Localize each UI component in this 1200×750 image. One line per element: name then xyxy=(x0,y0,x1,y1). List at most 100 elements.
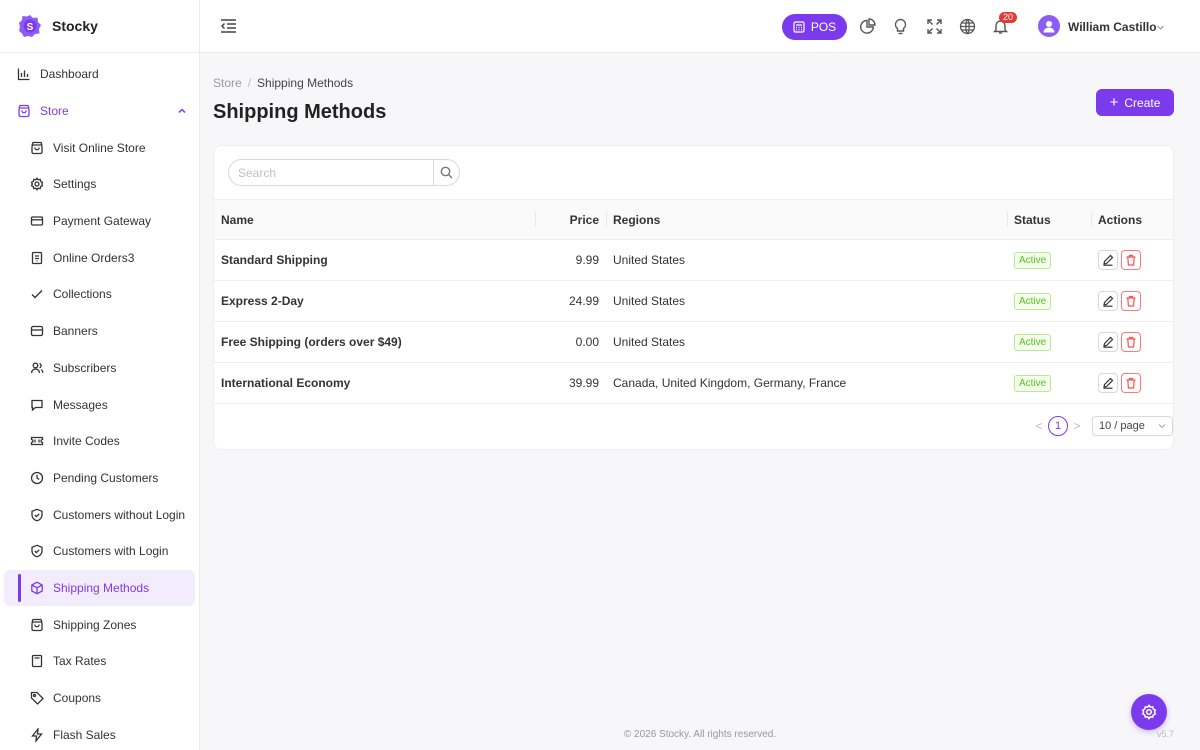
shipping-methods-table: Name Price Regions Status Actions Standa… xyxy=(214,199,1173,404)
edit-icon xyxy=(1103,377,1114,389)
edit-button[interactable] xyxy=(1098,291,1118,311)
shipping-methods-card: Name Price Regions Status Actions Standa… xyxy=(213,145,1174,450)
delete-button[interactable] xyxy=(1121,373,1141,393)
status-badge: Active xyxy=(1014,251,1052,269)
cell-actions xyxy=(1091,280,1173,322)
gear-icon xyxy=(1141,704,1157,720)
pie-chart-icon[interactable] xyxy=(859,18,876,35)
cell-regions: United States xyxy=(606,280,1007,322)
stocky-logo-icon: S xyxy=(19,15,41,37)
sidebar-item-collections[interactable]: Collections xyxy=(0,276,199,313)
search-box xyxy=(228,159,460,186)
sidebar-item-dashboard[interactable]: Dashboard xyxy=(0,56,199,93)
edit-button[interactable] xyxy=(1098,373,1118,393)
logo-letter: S xyxy=(27,22,34,33)
lightbulb-icon[interactable] xyxy=(892,18,909,35)
trash-icon xyxy=(1126,295,1136,307)
column-header-price[interactable]: Price xyxy=(535,199,606,240)
sidebar-item-tax-rates[interactable]: Tax Rates xyxy=(0,643,199,680)
column-header-name[interactable]: Name xyxy=(214,199,535,240)
shield-check-icon xyxy=(31,544,43,558)
sidebar-item-label: Dashboard xyxy=(40,67,99,82)
cell-regions: United States xyxy=(606,239,1007,281)
edit-button[interactable] xyxy=(1098,332,1118,352)
search-button[interactable] xyxy=(433,160,459,185)
globe-icon[interactable] xyxy=(959,18,976,35)
sidebar-item-flash-sales[interactable]: Flash Sales xyxy=(0,716,199,750)
user-avatar[interactable] xyxy=(1038,15,1060,37)
sidebar-item-messages[interactable]: Messages xyxy=(0,386,199,423)
sidebar-item-shipping-methods[interactable]: Shipping Methods xyxy=(4,569,195,607)
sidebar-item-label: Banners xyxy=(53,324,98,339)
top-header: POS 20 William Castillo xyxy=(200,0,1200,53)
column-header-actions: Actions xyxy=(1091,199,1173,240)
cell-price: 24.99 xyxy=(535,280,606,322)
sidebar-item-label: Payment Gateway xyxy=(53,214,152,229)
order-file-icon xyxy=(31,251,43,264)
cell-actions xyxy=(1091,239,1173,281)
delete-button[interactable] xyxy=(1121,250,1141,270)
sidebar-item-customers-with-login[interactable]: Customers with Login xyxy=(0,533,199,570)
column-header-status[interactable]: Status xyxy=(1007,199,1091,240)
search-input[interactable] xyxy=(229,160,433,185)
cell-price: 9.99 xyxy=(535,239,606,281)
user-name[interactable]: William Castillo xyxy=(1068,20,1157,34)
chevron-down-icon xyxy=(1158,424,1166,429)
sidebar-item-invite-codes[interactable]: Invite Codes xyxy=(0,423,199,460)
menu-collapse-icon[interactable] xyxy=(220,18,237,34)
cell-status: Active xyxy=(1007,280,1091,322)
sidebar-item-shipping-zones[interactable]: Shipping Zones xyxy=(0,606,199,643)
chevron-up-icon[interactable] xyxy=(177,106,187,116)
table-row: International Economy 39.99 Canada, Unit… xyxy=(214,362,1173,404)
pagination-next-button[interactable]: > xyxy=(1072,419,1082,433)
sidebar-item-settings[interactable]: Settings xyxy=(0,166,199,203)
table-row: Standard Shipping 9.99 United States Act… xyxy=(214,239,1173,281)
create-button[interactable]: + Create xyxy=(1096,89,1174,116)
fullscreen-icon[interactable] xyxy=(926,18,943,35)
pos-button[interactable]: POS xyxy=(782,14,847,40)
sidebar-item-pending-customers[interactable]: Pending Customers xyxy=(0,460,199,497)
sidebar-item-label: Online Orders3 xyxy=(53,250,135,265)
message-icon xyxy=(31,399,43,411)
sidebar-item-online-orders[interactable]: Online Orders3 xyxy=(0,239,199,276)
image-icon xyxy=(30,326,44,337)
column-header-regions[interactable]: Regions xyxy=(606,199,1007,240)
sidebar-item-banners[interactable]: Banners xyxy=(0,313,199,350)
lightning-icon xyxy=(31,727,43,742)
sidebar-item-label: Shipping Zones xyxy=(53,617,137,632)
edit-icon xyxy=(1103,254,1114,266)
cell-actions xyxy=(1091,362,1173,404)
brand[interactable]: S Stocky xyxy=(0,0,199,53)
sidebar-item-payment-gateway[interactable]: Payment Gateway xyxy=(0,203,199,240)
ticket-icon xyxy=(30,437,44,446)
trash-icon xyxy=(1126,254,1136,266)
cell-actions xyxy=(1091,321,1173,363)
sidebar-item-subscribers[interactable]: Subscribers xyxy=(0,350,199,387)
pagination-prev-button[interactable]: < xyxy=(1034,419,1044,433)
gear-icon xyxy=(30,177,44,192)
sidebar-item-label: Customers without Login xyxy=(53,507,186,522)
breadcrumb-store-link[interactable]: Store xyxy=(213,76,242,90)
bar-chart-icon xyxy=(17,68,30,81)
sidebar-nav: Dashboard Store Visit Online Store Setti… xyxy=(0,53,199,750)
sidebar-item-label: Subscribers xyxy=(53,360,117,375)
sidebar-item-customers-without-login[interactable]: Customers without Login xyxy=(0,496,199,533)
trash-icon xyxy=(1126,377,1136,389)
sidebar-item-label: Coupons xyxy=(53,691,102,706)
sidebar-item-store[interactable]: Store xyxy=(0,93,199,130)
sidebar-item-label: Flash Sales xyxy=(53,727,116,742)
delete-button[interactable] xyxy=(1121,332,1141,352)
sidebar-item-label: Visit Online Store xyxy=(53,140,146,155)
sidebar-item-label: Tax Rates xyxy=(53,654,107,669)
page-size-select[interactable]: 10 / page xyxy=(1092,416,1173,436)
pagination-page-1[interactable]: 1 xyxy=(1048,416,1068,436)
cell-status: Active xyxy=(1007,362,1091,404)
shopping-bag-icon xyxy=(18,104,30,118)
edit-button[interactable] xyxy=(1098,250,1118,270)
settings-fab-button[interactable] xyxy=(1131,694,1167,730)
chevron-down-icon[interactable] xyxy=(1156,23,1165,32)
sidebar-item-visit-online-store[interactable]: Visit Online Store xyxy=(0,129,199,166)
app-version: v5.7 xyxy=(1157,729,1175,739)
sidebar-item-coupons[interactable]: Coupons xyxy=(0,680,199,717)
delete-button[interactable] xyxy=(1121,291,1141,311)
